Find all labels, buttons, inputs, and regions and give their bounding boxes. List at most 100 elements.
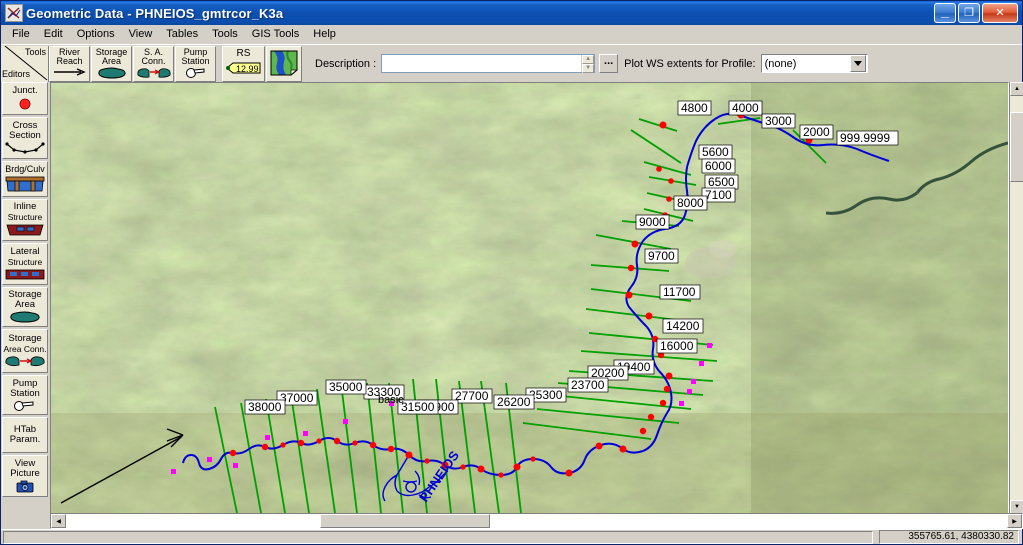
cross-section-label[interactable]: 14200 [662,318,704,334]
maximize-button[interactable]: ❐ [958,3,980,23]
junction-icon [18,97,32,110]
cross-section-label[interactable]: 9000 [635,214,670,230]
menu-item-tools[interactable]: Tools [205,26,245,42]
cross-section-label[interactable]: 11700 [659,284,701,300]
storage-area-button[interactable]: Storage Area [91,45,132,82]
cross-section-label[interactable]: 35000 [325,379,367,395]
description-spinner[interactable]: ▲ ▼ [581,55,595,73]
sidebar-item-cross-section[interactable]: Cross Section [2,117,48,159]
cross-section-label[interactable]: 3000 [761,113,796,129]
map-horizontal-scrollbar[interactable]: ◀ ▶ [50,513,1023,529]
description-browse-button[interactable]: ... [599,54,619,73]
geometry-map-panel[interactable]: PHNEIOS 999.9999 2000 3000 4000 4800 5600 6000… [50,82,1009,514]
map-canvas[interactable]: PHNEIOS 999.9999200030004000480056006000… [51,83,1008,513]
river-reach-button[interactable]: River Reach [49,45,90,82]
htab-label-1: HTab [13,423,37,435]
background-map-button[interactable] [266,45,302,82]
menu-item-file[interactable]: File [5,26,37,42]
sidebar-item-storage-area-conn[interactable]: Storage Area Conn. [2,329,48,373]
cross-section-label[interactable]: 16000 [656,338,698,354]
lateral-structure-label-2: Structure [7,257,43,267]
menu-bar: File Edit Options View Tables Tools GIS … [1,25,1022,44]
pump-station-button[interactable]: Pump Station [175,45,216,82]
bridge-culvert-icon [5,175,45,193]
main-toolbar: Tools Editors River Reach Storage Area S… [1,44,1022,82]
scroll-down-arrow-icon: ▼ [1014,504,1020,510]
maximize-icon: ❐ [964,7,974,19]
sidebar-item-lateral-structure[interactable]: Lateral Structure [2,243,48,285]
sidebar-item-storage-area[interactable]: Storage Area [2,287,48,327]
camera-icon [16,480,34,493]
scroll-down-button[interactable]: ▼ [1010,500,1023,514]
cross-section-label[interactable]: 2000 [799,124,834,140]
close-button[interactable]: ✕ [982,3,1018,23]
profile-select-value: (none) [764,57,797,70]
svg-text:6000: 6000 [705,159,732,173]
sa-conn-label-2: Conn. [141,55,166,66]
vertical-scroll-track[interactable] [1010,96,1023,500]
cross-section-label[interactable]: 23700 [567,377,609,393]
horizontal-scroll-thumb[interactable] [320,514,490,528]
menu-item-help[interactable]: Help [306,26,343,42]
sidebar-item-junction[interactable]: Junct. [2,82,48,115]
minimize-button[interactable]: _ [934,3,956,23]
svg-text:12.99: 12.99 [236,64,259,74]
horizontal-scroll-track[interactable] [66,514,1007,528]
cross-section-label[interactable]: 8000 [673,195,708,211]
sa-connection-button[interactable]: S. A. Conn. [133,45,174,82]
cross-section-label[interactable]: 999.9999 [836,130,899,146]
svg-text:2000: 2000 [803,125,830,139]
junction-label: Junct. [12,85,38,96]
sidebar-item-bridge-culvert[interactable]: Brdg/Culv [2,161,48,197]
menu-item-gis-tools[interactable]: GIS Tools [245,26,307,42]
storage-area-label-2: Area [101,55,121,66]
cross-section-label[interactable]: 38000 [244,399,286,415]
rs-label-button[interactable]: RS 12.99 [222,45,265,82]
menu-item-tables[interactable]: Tables [159,26,205,42]
close-icon: ✕ [995,7,1005,19]
cross-section-label[interactable]: 5600 [698,144,733,160]
cross-section-label[interactable]: 4800 [677,100,712,116]
htab-label-2: Param. [9,433,41,445]
vertical-scroll-thumb[interactable] [1010,112,1023,182]
cross-section-label[interactable]: 6000 [701,158,736,174]
sb-storage-area-label-2: Area [14,299,36,310]
cross-section-label[interactable]: 26200 [493,394,535,410]
description-input[interactable] [382,55,582,72]
scroll-right-button[interactable]: ▶ [1007,514,1022,528]
menu-item-view[interactable]: View [122,26,160,42]
menu-item-edit[interactable]: Edit [37,26,70,42]
sa-conn-label-2: Area Conn. [3,343,47,354]
svg-text:23700: 23700 [571,378,605,392]
cross-section-label[interactable]: basic [375,392,415,406]
description-spin-up[interactable]: ▲ [582,55,595,64]
storage-area-conn-icon [5,355,45,368]
svg-text:35000: 35000 [329,380,363,394]
cross-section-label[interactable]: 6500 [704,174,739,190]
background-map-icon [270,50,298,79]
chevron-down-icon[interactable] [849,55,866,72]
svg-text:7100: 7100 [705,188,732,202]
map-vertical-scrollbar[interactable]: ▲ ▼ [1009,82,1023,514]
cross-section-label[interactable]: 9700 [644,248,679,264]
sidebar-item-htab-param[interactable]: HTab Param. [2,417,48,453]
window-controls: _ ❐ ✕ [934,3,1020,23]
sidebar-item-inline-structure[interactable]: Inline Structure [2,199,48,241]
profile-select[interactable]: (none) [760,54,868,73]
scroll-left-button[interactable]: ◀ [51,514,66,528]
description-label: Description : [315,57,377,70]
cross-section-icon [5,142,45,154]
description-spin-down[interactable]: ▼ [582,64,595,73]
sidebar-item-view-picture[interactable]: View Picture [2,455,48,497]
pump-station-label-2: Station [181,55,210,66]
sb-pump-label-1: Pump [12,377,38,389]
sidebar-item-pump-station[interactable]: Pump Station [2,375,48,415]
cross-section-label[interactable]: 4000 [728,100,763,116]
scroll-up-button[interactable]: ▲ [1010,82,1023,96]
menu-item-options[interactable]: Options [70,26,122,42]
geometry-tool-buttons: River Reach Storage Area S. A. Conn. Pum… [49,45,303,82]
status-message-area [3,531,873,544]
sa-conn-label-1: Storage [8,332,42,344]
svg-text:9000: 9000 [639,215,666,229]
lateral-structure-label-1: Lateral [10,246,40,257]
